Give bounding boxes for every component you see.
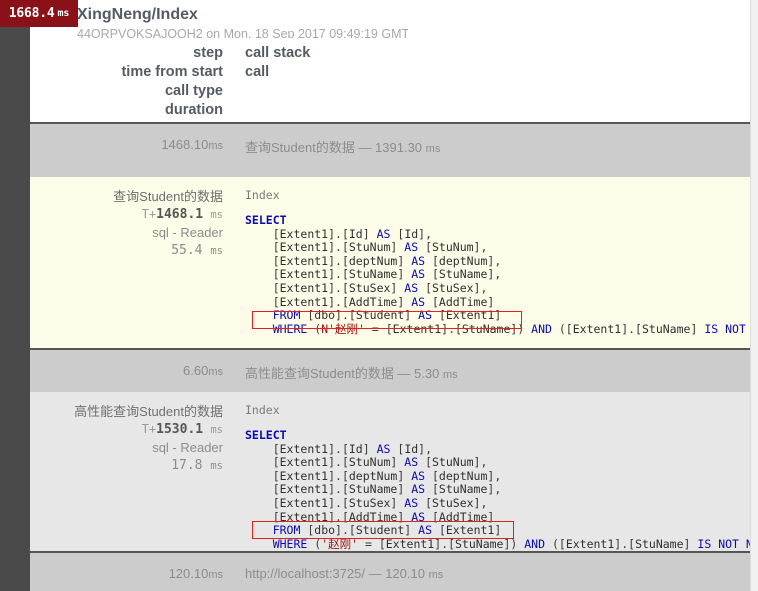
mini-profiler-badge[interactable]: 1668.4 ms [0,0,78,27]
popup-header: XingNeng/Index 44QRPVQKSAJQQH2 on Mon, 1… [30,0,408,38]
sql-row-offset: T+1468.1 ms [141,207,223,222]
sql-detail-row[interactable]: 查询Student的数据 T+1468.1 ms sql - Reader 55… [30,177,750,348]
column-header-step: step [193,45,223,61]
column-headers: step time from start call type duration … [30,44,750,120]
sql-row-step-name: 查询Student的数据 [113,189,223,204]
sql-row-call-stack: Index [245,403,280,417]
column-header-left-group: step time from start call type duration [30,44,223,120]
timing-row-time: 1468.10ms [161,137,223,152]
mini-profiler-badge-value: 1668.4 [8,6,55,21]
sql-row-call-type: sql - Reader [152,225,223,240]
screenshot-root: XingNeng/Index 44QRPVQKSAJQQH2 on Mon, 1… [0,0,758,591]
column-header-time-from-start: time from start [121,64,223,80]
timing-row-label: 查询Student的数据 — 1391.30 ms [245,140,441,155]
column-header-right-group: call stack call [245,44,310,82]
page-title: XingNeng/Index [77,6,198,23]
sql-row-meta: 高性能查询Student的数据 T+1530.1 ms sql - Reader… [30,403,223,475]
mini-profiler-popup: XingNeng/Index 44QRPVQKSAJQQH2 on Mon, 1… [30,0,750,591]
timing-row-time: 6.60ms [183,363,223,378]
sql-row-meta: 查询Student的数据 T+1468.1 ms sql - Reader 55… [30,188,223,260]
popup-machine-timestamp: 44QRPVQKSAJQQH2 on Mon, 18 Sep 2017 09:4… [77,27,408,38]
column-header-call-type: call type [164,83,223,99]
sql-row-offset: T+1530.1 ms [141,422,223,437]
column-header-call: call [245,64,270,80]
sql-row-step-name: 高性能查询Student的数据 [74,404,223,419]
timing-row-time: 120.10ms [168,566,223,581]
timing-row-label: http://localhost:3725/ — 120.10 ms [245,566,444,581]
sql-row-call-stack: Index [245,188,280,202]
timing-row-label: 高性能查询Student的数据 — 5.30 ms [245,366,458,381]
sql-row-call-type: sql - Reader [152,440,223,455]
column-header-duration: duration [165,102,223,118]
sql-row-body: Index SELECT [Extent1].[Id] AS [Id], [Ex… [245,403,750,551]
timing-row[interactable]: 120.10ms http://localhost:3725/ — 120.10… [30,551,750,591]
page-scrollbar[interactable] [750,0,758,591]
sql-detail-row[interactable]: 高性能查询Student的数据 T+1530.1 ms sql - Reader… [30,392,750,551]
sql-row-duration: 55.4 ms [171,243,223,258]
timing-row[interactable]: 6.60ms 高性能查询Student的数据 — 5.30 ms [30,348,750,392]
sql-query-text: SELECT [Extent1].[Id] AS [Id], [Extent1]… [245,213,746,336]
column-header-call-stack: call stack [245,45,311,61]
mini-profiler-badge-unit: ms [57,8,70,19]
page-backdrop-left [0,21,30,591]
sql-query-text: SELECT [Extent1].[Id] AS [Id], [Extent1]… [245,428,750,551]
sql-row-duration: 17.8 ms [171,458,223,473]
timing-row[interactable]: 1468.10ms 查询Student的数据 — 1391.30 ms [30,122,750,177]
sql-row-body: Index SELECT [Extent1].[Id] AS [Id], [Ex… [245,188,746,336]
